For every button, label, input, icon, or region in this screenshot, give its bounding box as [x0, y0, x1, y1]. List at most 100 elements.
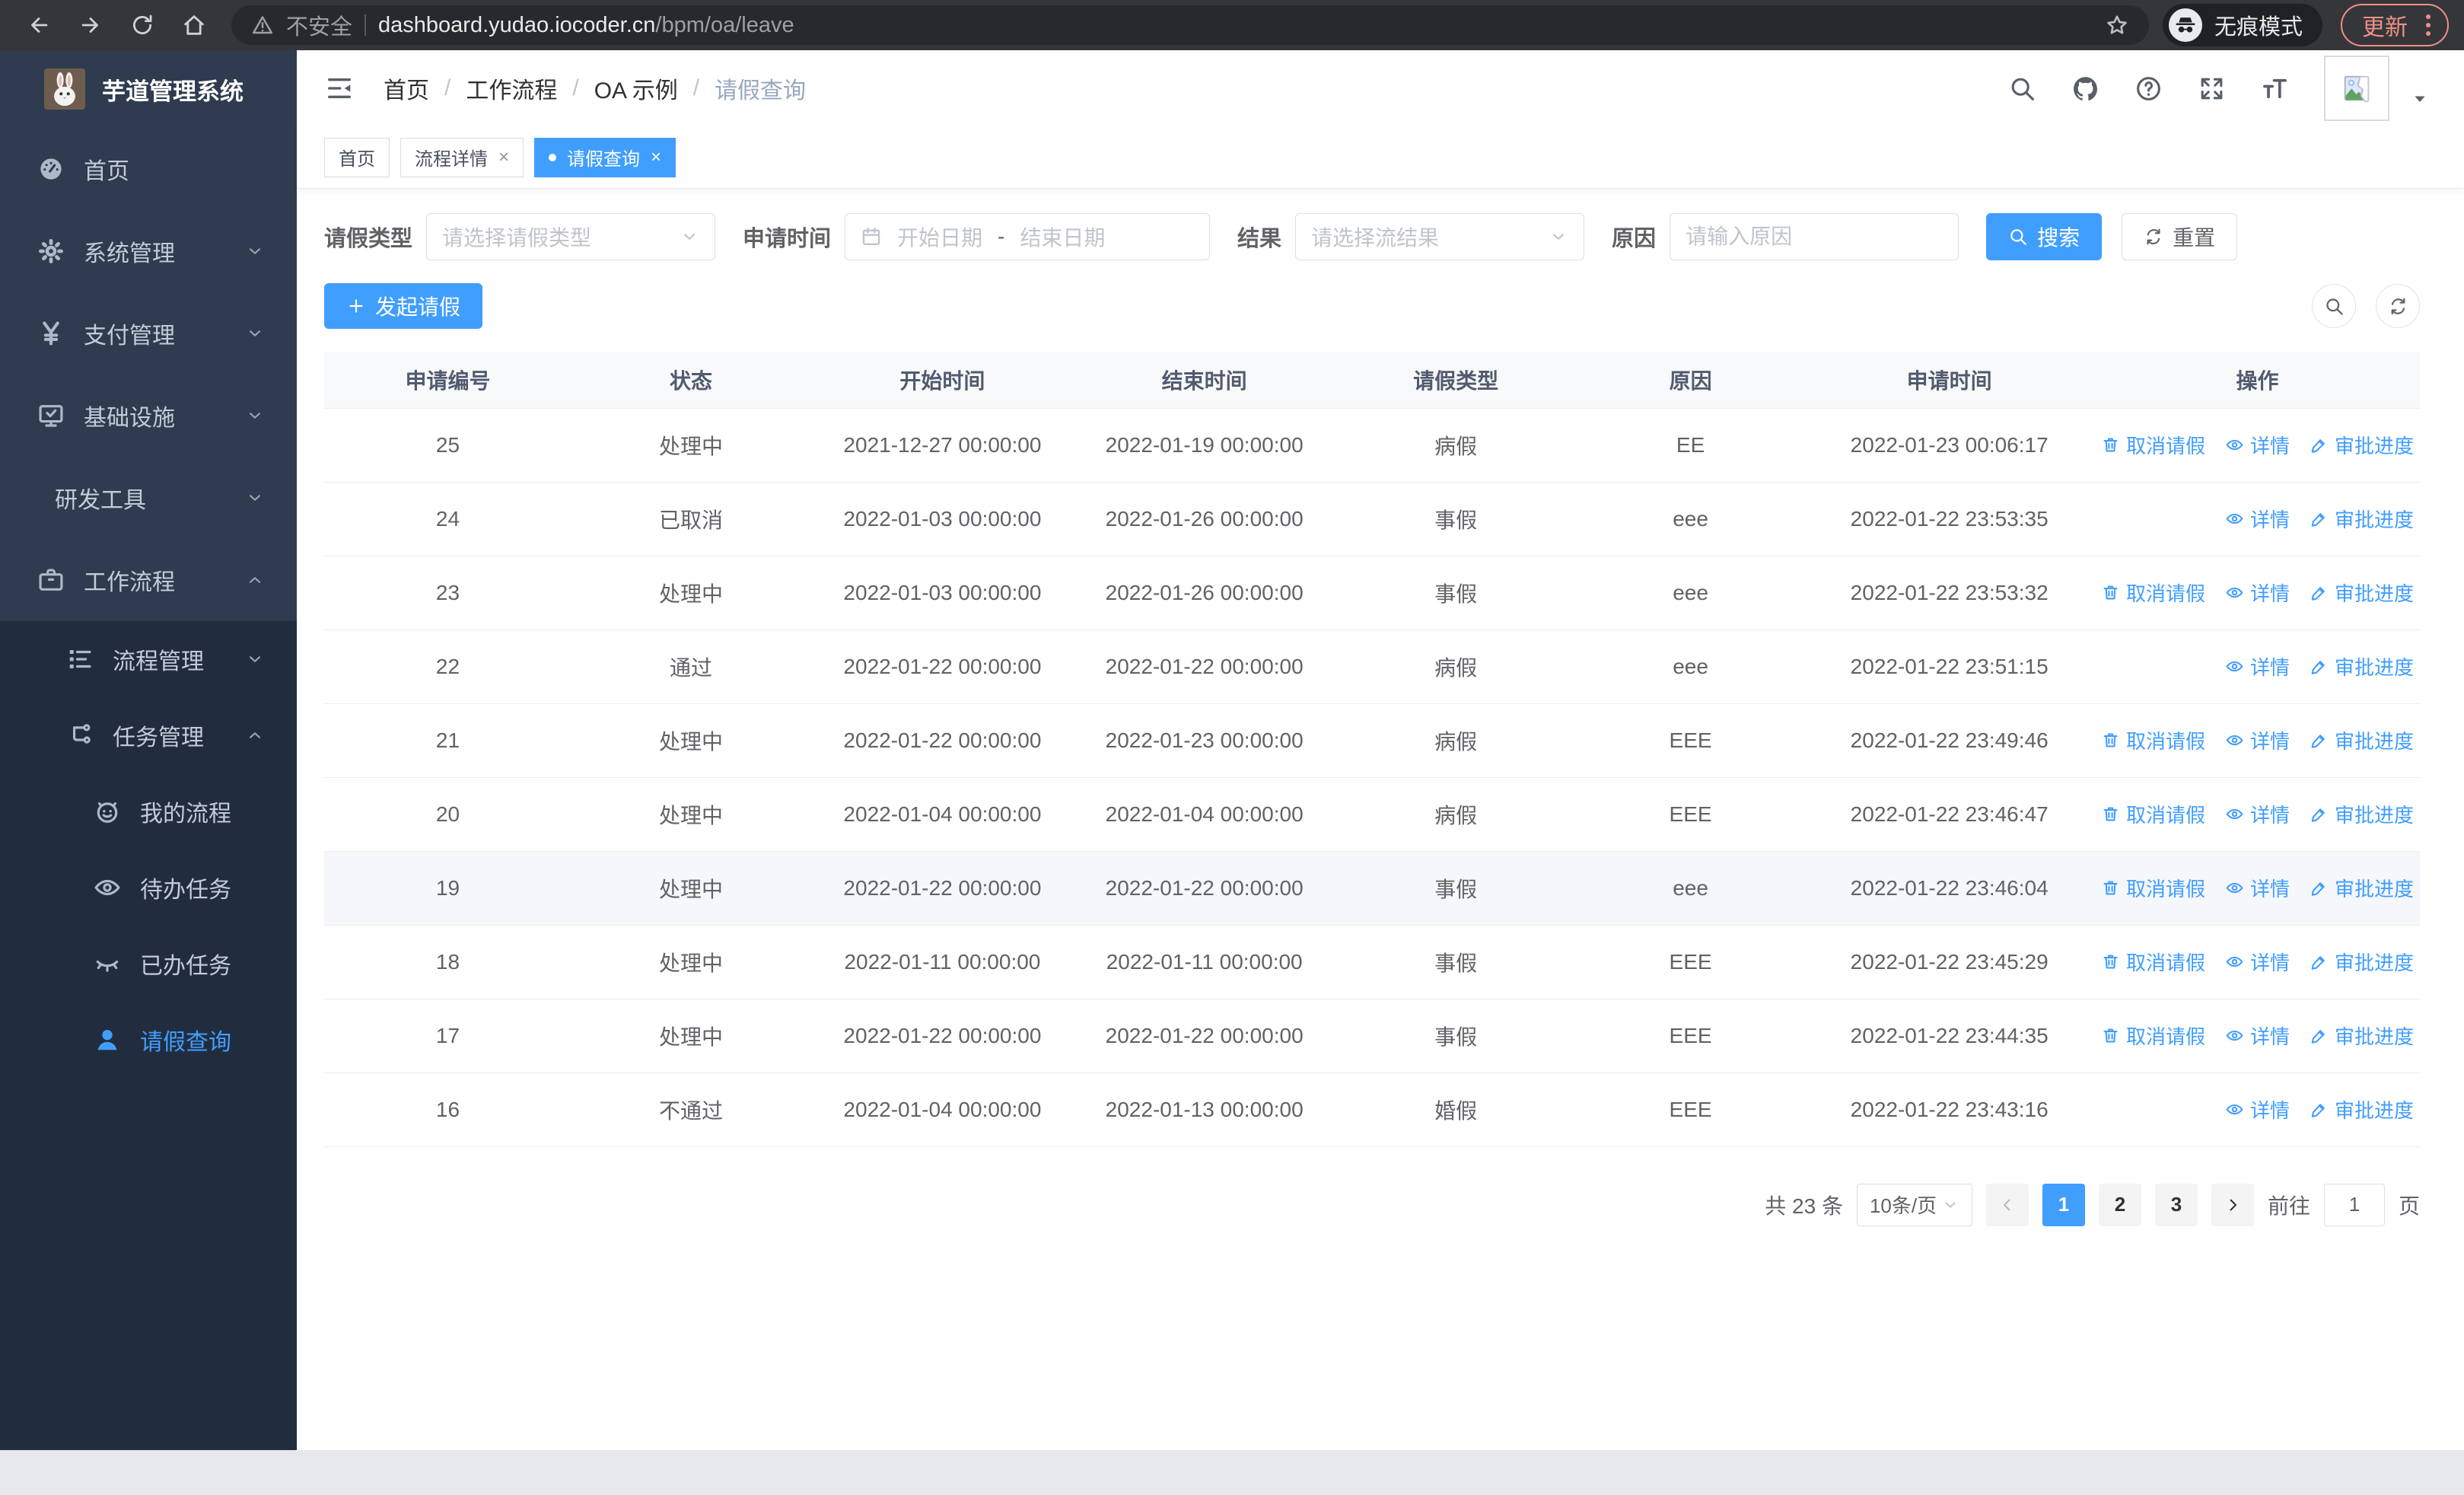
- page-button-2[interactable]: 2: [2098, 1183, 2141, 1226]
- cancel-action-link[interactable]: 取消请假: [2101, 874, 2205, 902]
- fullscreen-icon[interactable]: [2198, 75, 2226, 103]
- reset-button[interactable]: 重置: [2122, 213, 2238, 260]
- sidebar-item-devtools[interactable]: 研发工具: [0, 457, 297, 539]
- breadcrumb-item[interactable]: 首页: [384, 72, 429, 105]
- detail-action-label: 详情: [2249, 435, 2290, 457]
- cancel-action-label: 取消请假: [2125, 582, 2205, 605]
- reason-input[interactable]: [1670, 213, 1959, 260]
- progress-action-link[interactable]: 审批进度: [2310, 505, 2414, 533]
- cancel-action-label: 取消请假: [2125, 878, 2205, 901]
- view-icon: [2225, 952, 2244, 971]
- progress-action-link[interactable]: 审批进度: [2310, 800, 2414, 828]
- filter-form: 请假类型 请选择请假类型 申请时间 开始日期 - 结束日期 结果 请选择流结果 …: [324, 213, 2420, 260]
- edit-icon: [2310, 805, 2329, 824]
- cancel-action-link[interactable]: 取消请假: [2101, 1022, 2205, 1050]
- progress-action-link[interactable]: 审批进度: [2310, 726, 2414, 754]
- detail-action-link[interactable]: 详情: [2225, 1095, 2290, 1124]
- detail-action-link[interactable]: 详情: [2225, 726, 2290, 754]
- address-bar[interactable]: 不安全 dashboard.yudao.iocoder.cn/bpm/oa/le…: [231, 5, 2149, 45]
- detail-action-link[interactable]: 详情: [2225, 800, 2290, 828]
- breadcrumb-item[interactable]: OA 示例: [594, 72, 678, 105]
- avatar[interactable]: [2324, 56, 2389, 121]
- help-icon[interactable]: [2135, 75, 2163, 103]
- sidebar-item-infra[interactable]: 基础设施: [0, 375, 297, 457]
- delete-icon: [2101, 583, 2120, 602]
- sidebar-collapse-icon[interactable]: [324, 73, 355, 104]
- apply-time-range-picker[interactable]: 开始日期 - 结束日期: [845, 213, 1211, 260]
- cancel-action-link[interactable]: 取消请假: [2101, 431, 2205, 459]
- progress-action-link[interactable]: 审批进度: [2310, 874, 2414, 902]
- cancel-action-link[interactable]: 取消请假: [2101, 800, 2205, 828]
- sidebar-item-home[interactable]: 首页: [0, 128, 297, 210]
- progress-action-link[interactable]: 审批进度: [2310, 579, 2414, 607]
- chevron-up-icon: [245, 725, 265, 745]
- bookmark-star-icon[interactable]: [2105, 13, 2129, 37]
- page-button-3[interactable]: 3: [2154, 1183, 2198, 1226]
- progress-action-link[interactable]: 审批进度: [2310, 1095, 2414, 1124]
- browser-update-button[interactable]: 更新: [2341, 4, 2449, 46]
- detail-action-link[interactable]: 详情: [2225, 579, 2290, 607]
- progress-action-link[interactable]: 审批进度: [2310, 652, 2414, 681]
- sidebar-item-payment[interactable]: 支付管理: [0, 292, 297, 375]
- prev-page-button[interactable]: [1985, 1183, 2029, 1226]
- page-size-select[interactable]: 10条/页: [1856, 1183, 1972, 1226]
- cancel-action-link[interactable]: 取消请假: [2101, 726, 2205, 754]
- browser-forward-button[interactable]: [67, 5, 114, 46]
- browser-reload-button[interactable]: [119, 5, 166, 46]
- user-menu-caret-icon[interactable]: [2411, 90, 2429, 108]
- progress-action-link[interactable]: 审批进度: [2310, 1022, 2414, 1050]
- progress-action-link[interactable]: 审批进度: [2310, 948, 2414, 976]
- breadcrumb-item[interactable]: 工作流程: [466, 72, 557, 105]
- cancel-action-link[interactable]: 取消请假: [2101, 948, 2205, 976]
- search-button[interactable]: 搜索: [1986, 213, 2103, 260]
- page-button-1[interactable]: 1: [2042, 1183, 2085, 1226]
- browser-menu-icon[interactable]: [2421, 10, 2435, 40]
- app-logo[interactable]: 芋道管理系统: [0, 50, 297, 128]
- apply-time-cell: 2022-01-22 23:44:35: [1803, 998, 2096, 1073]
- next-page-button[interactable]: [2211, 1183, 2254, 1226]
- sidebar-item-system[interactable]: 系统管理: [0, 210, 297, 292]
- cancel-action-label: 取消请假: [2125, 730, 2205, 753]
- font-size-icon[interactable]: [2261, 75, 2289, 103]
- detail-action-link[interactable]: 详情: [2225, 948, 2290, 976]
- hide-search-button[interactable]: [2312, 284, 2356, 328]
- sidebar-item-todo-task[interactable]: 待办任务: [0, 850, 297, 926]
- goto-page-input[interactable]: [2323, 1183, 2385, 1226]
- eye-closed-icon: [93, 949, 122, 978]
- sidebar-item-leave-query[interactable]: 请假查询: [0, 1002, 297, 1078]
- detail-action-link[interactable]: 详情: [2225, 652, 2290, 681]
- search-icon[interactable]: [2008, 75, 2036, 103]
- cancel-action-link[interactable]: 取消请假: [2101, 579, 2205, 607]
- sidebar-item-workflow[interactable]: 工作流程: [0, 539, 297, 621]
- browser-home-button[interactable]: [170, 5, 218, 46]
- tab-leave-query[interactable]: 请假查询 ×: [534, 137, 676, 177]
- leave-type-cell: 事假: [1334, 924, 1577, 999]
- sidebar-item-process-mgmt[interactable]: 流程管理: [0, 621, 297, 697]
- detail-action-link[interactable]: 详情: [2225, 431, 2290, 459]
- close-tab-icon[interactable]: ×: [651, 148, 661, 167]
- progress-action-link[interactable]: 审批进度: [2310, 431, 2414, 459]
- detail-action-link[interactable]: 详情: [2225, 1022, 2290, 1050]
- github-icon[interactable]: [2071, 75, 2099, 103]
- create-leave-button[interactable]: 发起请假: [324, 283, 483, 329]
- sidebar-item-done-task[interactable]: 已办任务: [0, 926, 297, 1002]
- end-time-cell: 2022-01-13 00:00:00: [1074, 1072, 1335, 1147]
- browser-back-button[interactable]: [15, 5, 62, 46]
- refresh-table-button[interactable]: [2376, 284, 2420, 328]
- detail-action-link[interactable]: 详情: [2225, 505, 2290, 533]
- detail-action-link[interactable]: 详情: [2225, 874, 2290, 902]
- request-id-cell: 16: [324, 1072, 571, 1147]
- tab-home[interactable]: 首页: [324, 137, 390, 177]
- result-select[interactable]: 请选择流结果: [1295, 213, 1585, 260]
- actions-cell: 详情 审批进度: [2095, 629, 2420, 703]
- view-icon: [2225, 583, 2244, 602]
- sidebar-item-my-process[interactable]: 我的流程: [0, 773, 297, 850]
- leave-type-select[interactable]: 请选择请假类型: [426, 213, 716, 260]
- browser-toolbar: 不安全 dashboard.yudao.iocoder.cn/bpm/oa/le…: [0, 0, 2464, 50]
- request-id-cell: 24: [324, 481, 571, 556]
- sidebar-item-label: 工作流程: [84, 570, 175, 595]
- close-tab-icon[interactable]: ×: [498, 148, 509, 167]
- sidebar-item-task-mgmt[interactable]: 任务管理: [0, 697, 297, 773]
- flow-list-icon: [65, 645, 94, 674]
- tab-process-detail[interactable]: 流程详情 ×: [400, 137, 524, 177]
